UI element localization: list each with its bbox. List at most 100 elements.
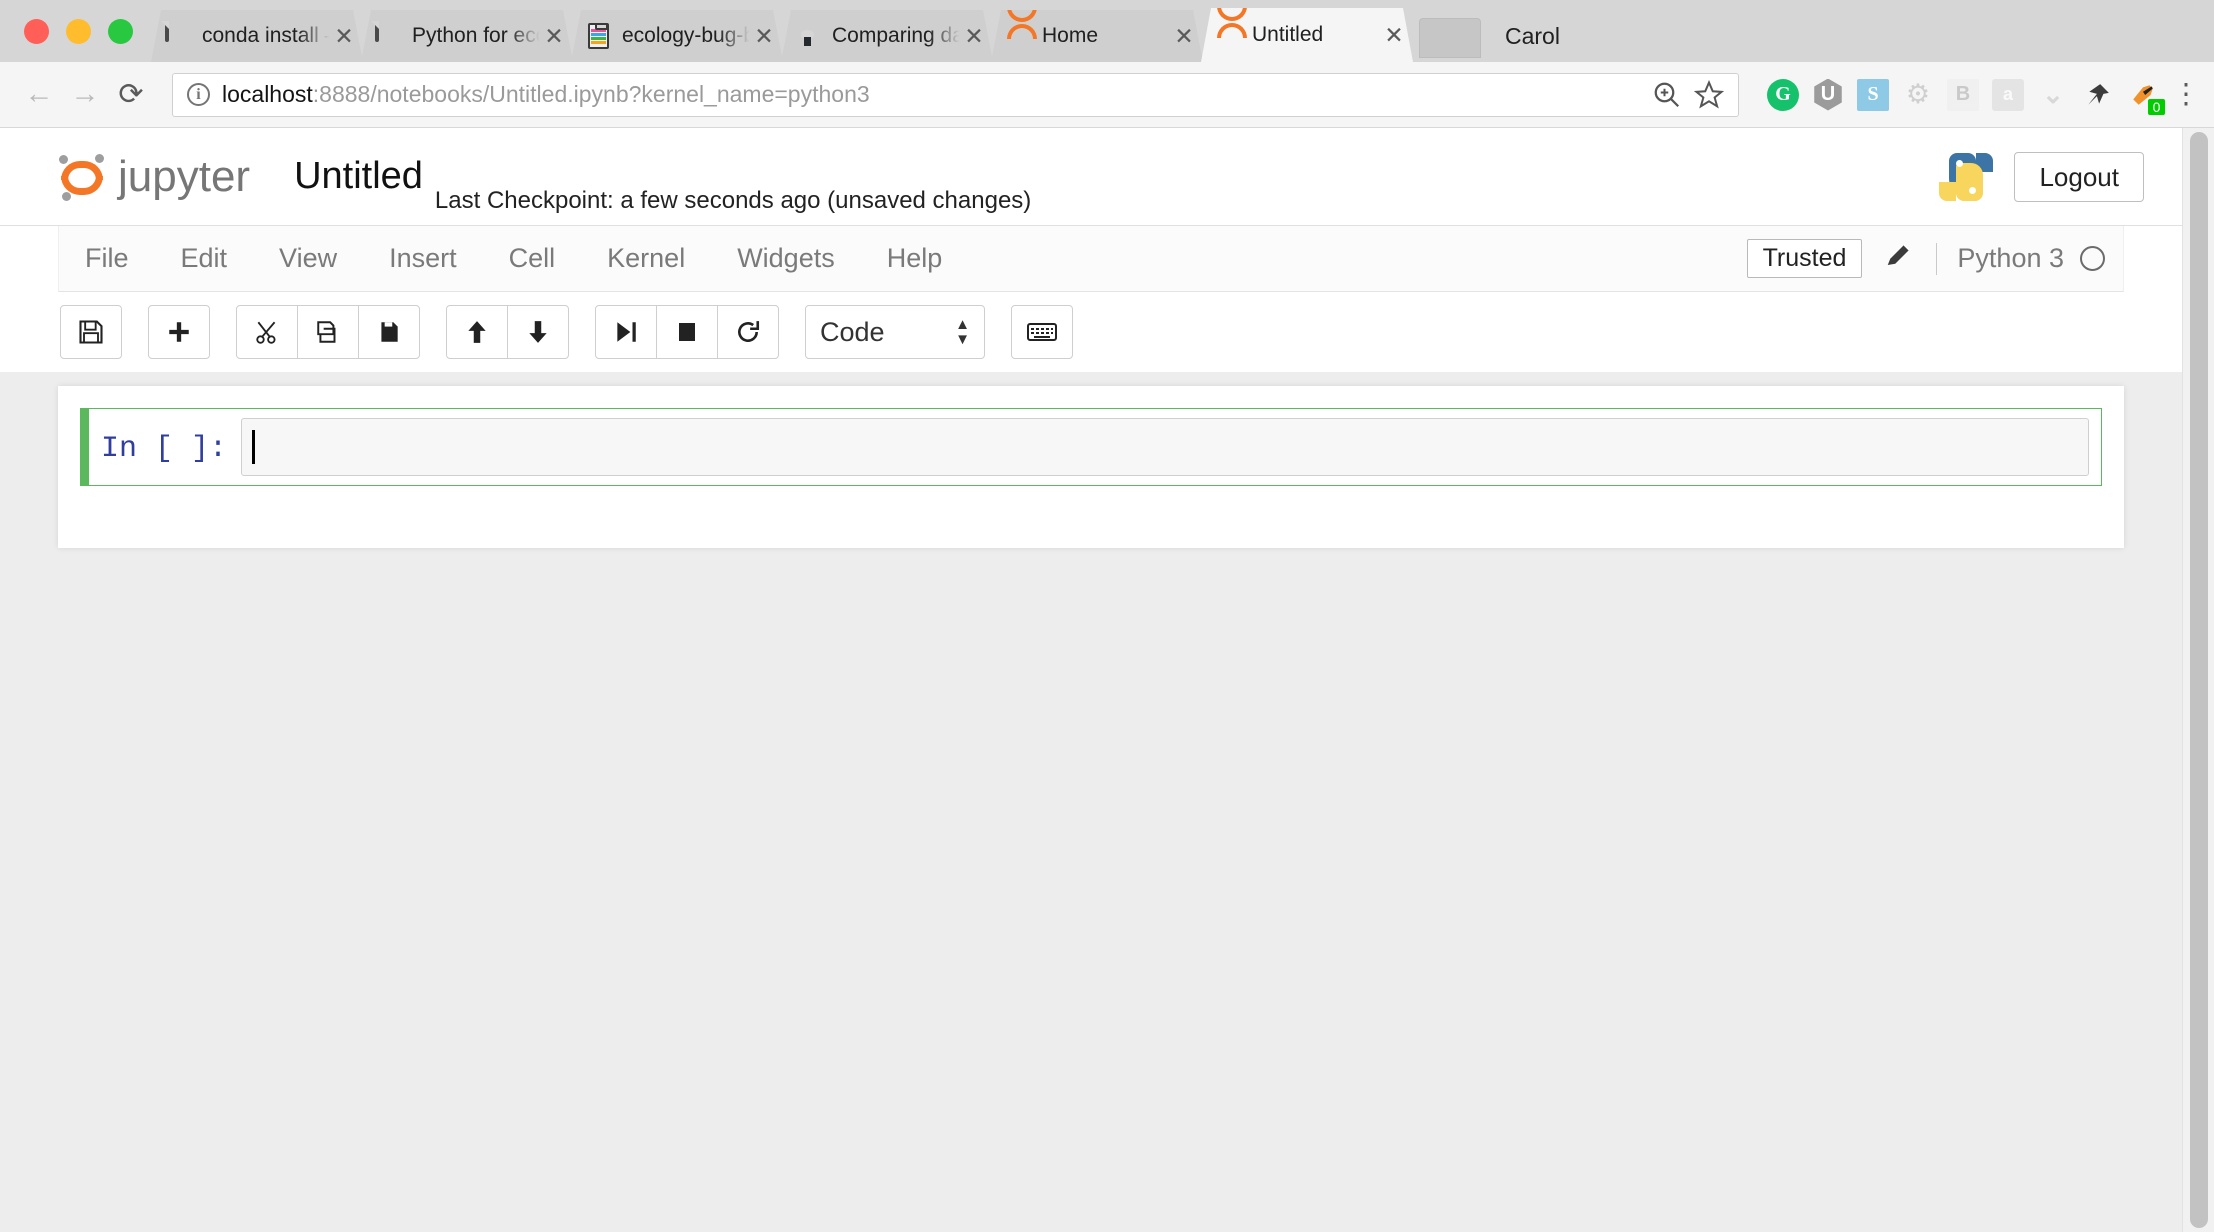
profile-name[interactable]: Carol xyxy=(1505,23,1560,50)
tampermonkey-extension-icon[interactable]: 0 xyxy=(2127,79,2165,115)
cut-cell-button[interactable] xyxy=(236,305,298,359)
address-bar-actions xyxy=(1652,79,1724,110)
close-tab-icon[interactable]: ✕ xyxy=(961,25,987,48)
site-info-icon[interactable]: i xyxy=(187,83,210,106)
insert-cell-group xyxy=(148,305,210,359)
close-tab-icon[interactable]: ✕ xyxy=(331,25,357,48)
reload-button[interactable]: ⟳ xyxy=(108,79,154,110)
tab-title: Home xyxy=(1042,24,1099,47)
notebook-toolbar: Code ▲ ▼ xyxy=(58,292,2124,372)
interrupt-kernel-button[interactable] xyxy=(656,305,718,359)
close-tab-icon[interactable]: ✕ xyxy=(541,25,567,48)
bookmark-star-icon[interactable] xyxy=(1694,79,1724,110)
scrollbar-thumb[interactable] xyxy=(2189,132,2208,1228)
command-palette-button[interactable] xyxy=(1011,305,1073,359)
document-icon xyxy=(375,23,401,49)
menu-bar-right: Trusted Python 3 xyxy=(1746,239,2123,278)
save-button[interactable] xyxy=(60,305,122,359)
back-button[interactable]: ← xyxy=(16,80,62,109)
zoom-icon[interactable] xyxy=(1652,80,1682,110)
jupyter-icon xyxy=(58,153,106,201)
url-text: localhost:8888/notebooks/Untitled.ipynb?… xyxy=(222,81,870,108)
notebook-name[interactable]: Untitled xyxy=(294,155,423,198)
close-tab-icon[interactable]: ✕ xyxy=(1171,25,1197,48)
move-cell-up-button[interactable] xyxy=(446,305,508,359)
ublock-extension-icon[interactable]: U xyxy=(1814,78,1842,111)
menu-help[interactable]: Help xyxy=(861,245,969,272)
pin-extension-icon[interactable] xyxy=(2082,79,2114,111)
command-palette-group xyxy=(1011,305,1073,359)
kernel-indicator-name: Python 3 xyxy=(1957,243,2064,273)
browser-window: conda install — Co ✕ Python for ecologi … xyxy=(0,0,2214,1232)
notebook-app: jupyter Untitled Last Checkpoint: a few … xyxy=(0,128,2182,1232)
tab-title: Comparing dataca xyxy=(832,24,961,47)
restart-kernel-button[interactable] xyxy=(717,305,779,359)
copy-cell-button[interactable] xyxy=(297,305,359,359)
cell-editor-input[interactable] xyxy=(241,418,2089,476)
menu-insert[interactable]: Insert xyxy=(363,245,483,272)
menu-edit[interactable]: Edit xyxy=(155,245,254,272)
insert-cell-button[interactable] xyxy=(148,305,210,359)
chevron-down-extension-icon[interactable]: ⌄ xyxy=(2037,79,2069,111)
gear-extension-icon[interactable]: ⚙ xyxy=(1902,79,1934,111)
header-actions: Logout xyxy=(1939,151,2182,203)
grammarly-extension-icon[interactable]: G xyxy=(1767,78,1799,111)
url-path: :8888/notebooks/Untitled.ipynb?kernel_na… xyxy=(312,81,870,107)
kernel-status-icon[interactable] xyxy=(2080,246,2105,271)
extension-badge-count: 0 xyxy=(2148,98,2165,115)
minimize-window-button[interactable] xyxy=(66,19,91,44)
skitch-extension-icon[interactable]: S xyxy=(1857,78,1889,111)
chat-extension-icon[interactable]: a xyxy=(1992,78,2024,111)
code-cell[interactable]: In [ ]: xyxy=(80,408,2102,486)
browser-tab-comparing-datacatalogs[interactable]: Comparing dataca ✕ xyxy=(781,10,993,62)
chevron-updown-icon: ▲ ▼ xyxy=(955,316,970,348)
browser-tab-home[interactable]: Home ✕ xyxy=(991,10,1203,62)
paste-cell-button[interactable] xyxy=(358,305,420,359)
browser-tab-untitled[interactable]: Untitled ✕ xyxy=(1201,8,1413,62)
jupyter-wordmark: jupyter xyxy=(118,151,251,201)
cell-type-value: Code xyxy=(820,316,885,347)
close-tab-icon[interactable]: ✕ xyxy=(751,25,777,48)
close-tab-icon[interactable]: ✕ xyxy=(1381,24,1407,47)
tab-title: Python for ecologi xyxy=(412,24,536,47)
page-content: jupyter Untitled Last Checkpoint: a few … xyxy=(0,128,2214,1232)
new-tab-button[interactable] xyxy=(1419,18,1481,58)
browser-tab-conda-install[interactable]: conda install — Co ✕ xyxy=(151,10,363,62)
browser-tab-python-for-ecologists[interactable]: Python for ecologi ✕ xyxy=(361,10,573,62)
menu-cell[interactable]: Cell xyxy=(483,245,582,272)
trusted-badge[interactable]: Trusted xyxy=(1746,239,1863,278)
menu-view[interactable]: View xyxy=(253,245,363,272)
address-bar[interactable]: i localhost:8888/notebooks/Untitled.ipyn… xyxy=(172,72,1739,117)
jupyter-logo[interactable]: jupyter xyxy=(58,152,250,202)
menu-bar: File Edit View Insert Cell Kernel Widget… xyxy=(58,226,2124,292)
close-window-button[interactable] xyxy=(24,19,49,44)
document-icon xyxy=(165,23,191,49)
url-host: localhost xyxy=(222,81,313,107)
move-cell-down-button[interactable] xyxy=(507,305,569,359)
tab-title: Untitled xyxy=(1252,23,1324,46)
extensions-row: G U S ⚙ B a ⌄ 0 ⋮ xyxy=(1753,78,2200,115)
maximize-window-button[interactable] xyxy=(108,19,133,44)
page-scrollbar[interactable] xyxy=(2182,128,2214,1232)
jupyter-icon xyxy=(1005,23,1031,49)
logout-button[interactable]: Logout xyxy=(2014,151,2144,202)
notebook-body: In [ ]: xyxy=(0,372,2182,1232)
window-controls xyxy=(18,19,151,62)
b-extension-icon[interactable]: B xyxy=(1947,78,1979,111)
edit-pencil-icon[interactable] xyxy=(1862,240,1936,277)
menu-widgets[interactable]: Widgets xyxy=(711,245,861,272)
browser-menu-icon[interactable]: ⋮ xyxy=(2172,80,2200,108)
menu-file[interactable]: File xyxy=(59,245,155,272)
jupyter-icon xyxy=(1215,22,1241,48)
browser-tab-ecology-bug-bbq[interactable]: ecology-bug-bbq ✕ xyxy=(571,10,783,62)
tab-strip: conda install — Co ✕ Python for ecologi … xyxy=(0,0,2214,62)
tab-title: conda install — Co xyxy=(202,24,319,47)
notebook-container: In [ ]: xyxy=(58,386,2124,548)
run-group xyxy=(595,305,779,359)
github-icon xyxy=(795,23,821,49)
forward-button[interactable]: → xyxy=(62,80,108,109)
run-cell-button[interactable] xyxy=(595,305,657,359)
cell-type-select[interactable]: Code ▲ ▼ xyxy=(805,305,985,359)
checkpoint-status: Last Checkpoint: a few seconds ago (unsa… xyxy=(434,187,1032,214)
menu-kernel[interactable]: Kernel xyxy=(581,245,711,272)
